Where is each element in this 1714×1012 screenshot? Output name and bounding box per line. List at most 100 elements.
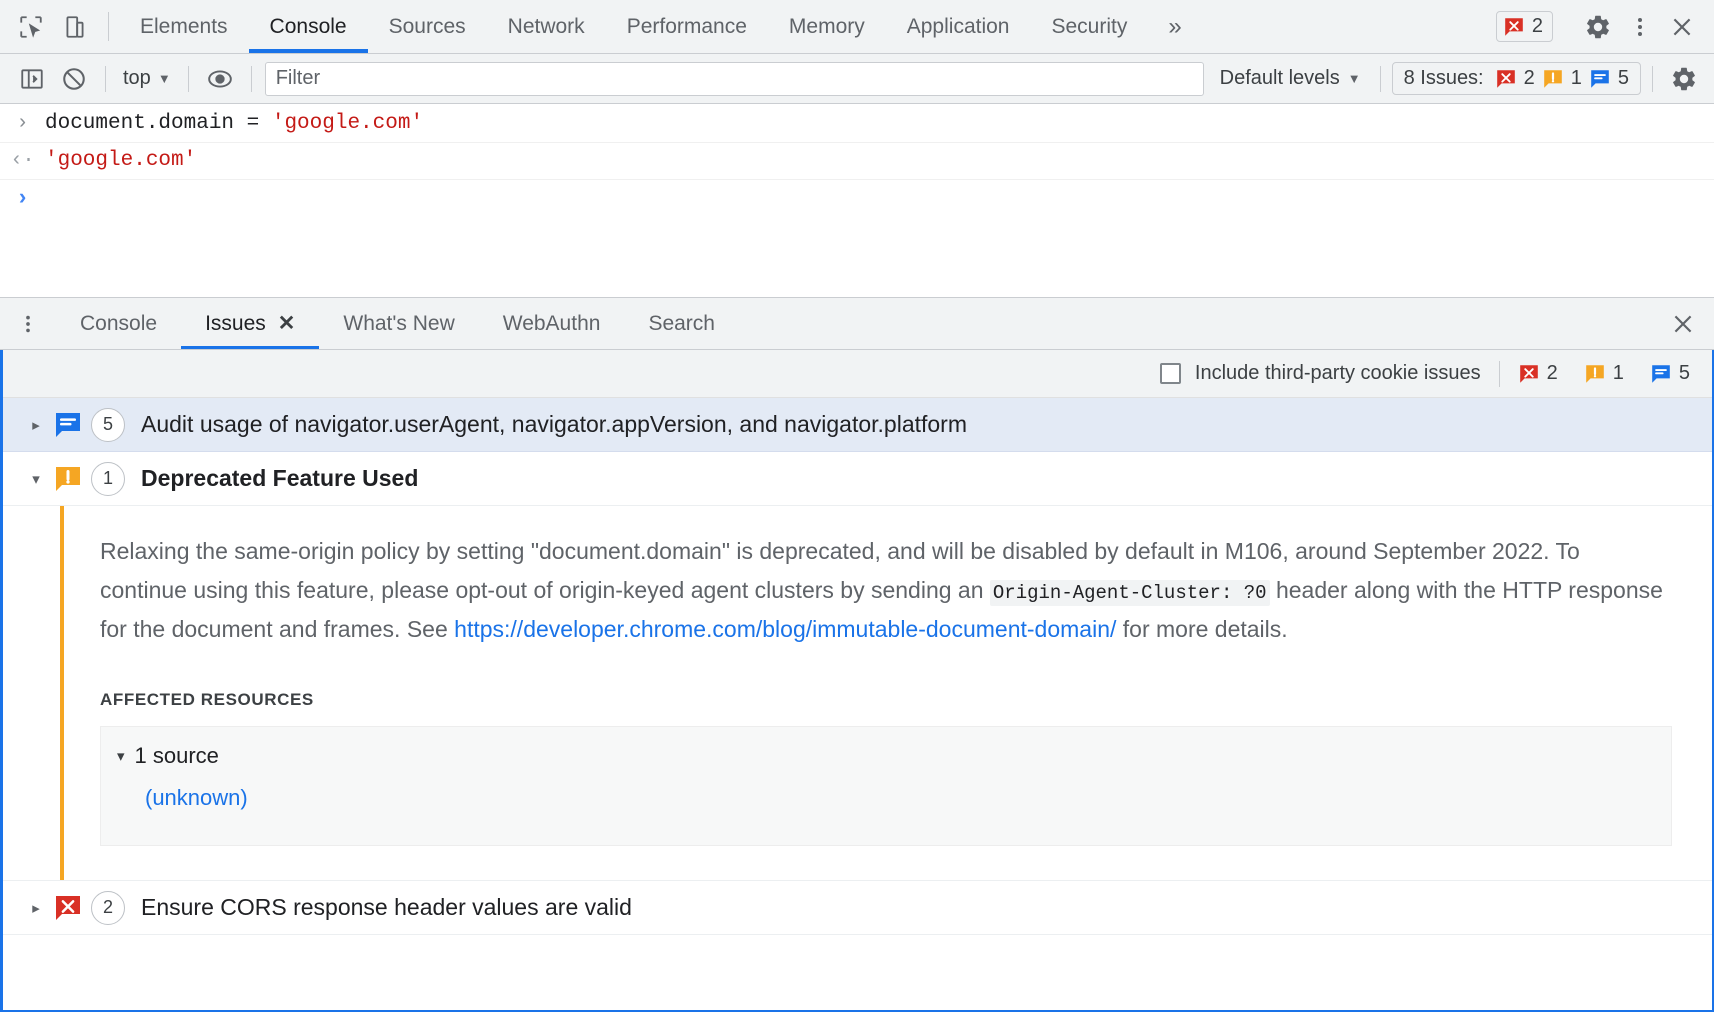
settings-gear-icon[interactable] [1578, 7, 1618, 47]
console-settings-gear-icon[interactable] [1664, 59, 1704, 99]
drawer-tab-console[interactable]: Console [56, 298, 181, 349]
console-filter-input[interactable] [265, 62, 1204, 96]
issue-row-cors-header[interactable]: ▸ 2 Ensure CORS response header values a… [3, 881, 1712, 935]
issue-title-row3: Ensure CORS response header values are v… [141, 894, 632, 921]
tab-application-label: Application [907, 15, 1010, 39]
error-badge-icon-summary [1518, 363, 1540, 385]
console-output-string: 'google.com' [45, 149, 196, 172]
drawer-tab-issues-label: Issues [205, 312, 266, 336]
error-badge-icon [1503, 16, 1525, 38]
drawer: Console Issues ✕ What's New WebAuthn Sea… [0, 297, 1714, 1012]
issues-chip-error-count: 2 [1524, 67, 1535, 90]
tab-console[interactable]: Console [249, 0, 368, 53]
issues-counter-chip[interactable]: 8 Issues: 2 1 [1392, 62, 1641, 95]
console-toolbar-divider-1 [105, 66, 106, 92]
chevron-down-icon-sources: ▾ [117, 747, 125, 765]
drawer-tab-list: Console Issues ✕ What's New WebAuthn Sea… [0, 298, 1714, 350]
drawer-more-tools-icon[interactable] [0, 298, 56, 349]
issue-detail-deprecated-feature: Relaxing the same-origin policy by setti… [3, 506, 1712, 881]
drawer-tab-issues[interactable]: Issues ✕ [181, 298, 319, 349]
issue-code-header: Origin-Agent-Cluster: ?0 [990, 580, 1270, 606]
tab-elements[interactable]: Elements [119, 0, 249, 53]
issues-filter-bar: Include third-party cookie issues 2 [3, 350, 1712, 398]
issue-detail-content: Relaxing the same-origin policy by setti… [64, 506, 1712, 880]
issues-summary-info-count: 5 [1679, 362, 1690, 385]
drawer-tab-whats-new[interactable]: What's New [319, 298, 478, 349]
close-devtools-icon[interactable] [1662, 7, 1702, 47]
console-input-message[interactable]: › document.domain = 'google.com' [0, 106, 1714, 143]
console-output-text: 'google.com' [45, 146, 196, 176]
third-party-cookie-checkbox[interactable] [1160, 363, 1181, 384]
chevron-down-icon-levels: ▼ [1348, 72, 1361, 85]
device-toolbar-icon[interactable] [58, 10, 92, 44]
tab-application[interactable]: Application [886, 0, 1031, 53]
live-expression-icon[interactable] [200, 59, 240, 99]
console-message-list[interactable]: › document.domain = 'google.com' ‹· 'goo… [0, 104, 1714, 297]
tab-memory-label: Memory [789, 15, 865, 39]
close-icon-issues-tab[interactable]: ✕ [278, 311, 296, 336]
issue-count-badge-row1: 5 [91, 408, 125, 442]
issue-description: Relaxing the same-origin policy by setti… [100, 532, 1672, 648]
more-options-icon[interactable] [1620, 7, 1660, 47]
tab-security[interactable]: Security [1030, 0, 1148, 53]
chevron-right-icon-row3[interactable]: ▸ [19, 899, 53, 917]
issues-list: ▸ 5 Audit usage of navigator.userAgent, … [3, 398, 1712, 1010]
console-sidebar-icon[interactable] [12, 59, 52, 99]
drawer-tab-whats-new-label: What's New [343, 312, 454, 336]
tab-network[interactable]: Network [487, 0, 606, 53]
chevron-down-icon: ▼ [158, 72, 171, 85]
issues-count-summary: 2 1 [1518, 362, 1690, 385]
chevron-right-icon-row1[interactable]: ▸ [19, 416, 53, 434]
issue-title-row2: Deprecated Feature Used [141, 465, 418, 492]
tab-memory[interactable]: Memory [768, 0, 886, 53]
info-badge-icon-row1 [53, 410, 91, 440]
inspect-element-icon[interactable] [14, 10, 48, 44]
console-toolbar-divider-5 [1652, 66, 1653, 92]
log-levels-label: Default levels [1220, 67, 1340, 90]
warning-badge-icon-row2 [53, 464, 91, 494]
affected-resources-box: ▾ 1 source (unknown) [100, 726, 1672, 846]
issue-row-deprecated-feature[interactable]: ▾ 1 Deprecated Feature Used [3, 452, 1712, 506]
tab-sources-label: Sources [389, 15, 466, 39]
tab-network-label: Network [508, 15, 585, 39]
console-input-string: 'google.com' [272, 112, 423, 135]
main-tab-list: Elements Console Sources Network Perform… [119, 0, 1496, 53]
warning-badge-icon-chip [1542, 68, 1564, 90]
execution-context-selector[interactable]: top ▼ [117, 64, 177, 93]
issues-chip-warning-count: 1 [1571, 67, 1582, 90]
toolbar-right-group: 2 [1496, 0, 1714, 53]
affected-sources-count-label: 1 source [135, 743, 219, 769]
tab-elements-label: Elements [140, 15, 228, 39]
drawer-tab-webauthn[interactable]: WebAuthn [479, 298, 625, 349]
drawer-tab-search[interactable]: Search [624, 298, 739, 349]
chevron-down-icon-row2[interactable]: ▾ [19, 470, 53, 488]
console-output-message[interactable]: ‹· 'google.com' [0, 143, 1714, 180]
more-tabs-button[interactable]: » [1148, 0, 1201, 53]
console-input-text: document.domain = 'google.com' [45, 109, 423, 139]
issues-panel: Include third-party cookie issues 2 [0, 350, 1714, 1012]
tab-sources[interactable]: Sources [368, 0, 487, 53]
execution-context-label: top [123, 67, 151, 90]
drawer-tab-console-label: Console [80, 312, 157, 336]
more-tabs-icon: » [1168, 13, 1181, 41]
issue-doc-link[interactable]: https://developer.chrome.com/blog/immuta… [454, 616, 1116, 642]
third-party-cookie-checkbox-row[interactable]: Include third-party cookie issues [1160, 362, 1481, 385]
output-arrow-icon: ‹· [0, 146, 45, 176]
error-count-chip[interactable]: 2 [1496, 11, 1553, 42]
tab-performance[interactable]: Performance [606, 0, 768, 53]
console-prompt[interactable]: › [0, 180, 1714, 216]
affected-source-item[interactable]: (unknown) [101, 785, 1671, 811]
clear-console-icon[interactable] [54, 59, 94, 99]
issues-summary-error-count: 2 [1547, 362, 1558, 385]
error-count-value: 2 [1532, 15, 1543, 38]
prompt-caret-icon: › [0, 186, 45, 211]
close-drawer-icon[interactable] [1652, 298, 1714, 349]
issue-row-audit-navigator[interactable]: ▸ 5 Audit usage of navigator.userAgent, … [3, 398, 1712, 452]
log-levels-selector[interactable]: Default levels ▼ [1212, 64, 1369, 93]
drawer-tab-search-label: Search [648, 312, 715, 336]
affected-sources-toggle[interactable]: ▾ 1 source [101, 743, 1671, 769]
console-toolbar: top ▼ Default levels ▼ 8 Issues: 2 [0, 54, 1714, 104]
issues-summary-warning-count: 1 [1613, 362, 1624, 385]
tab-security-label: Security [1051, 15, 1127, 39]
issue-count-badge-row3: 2 [91, 891, 125, 925]
